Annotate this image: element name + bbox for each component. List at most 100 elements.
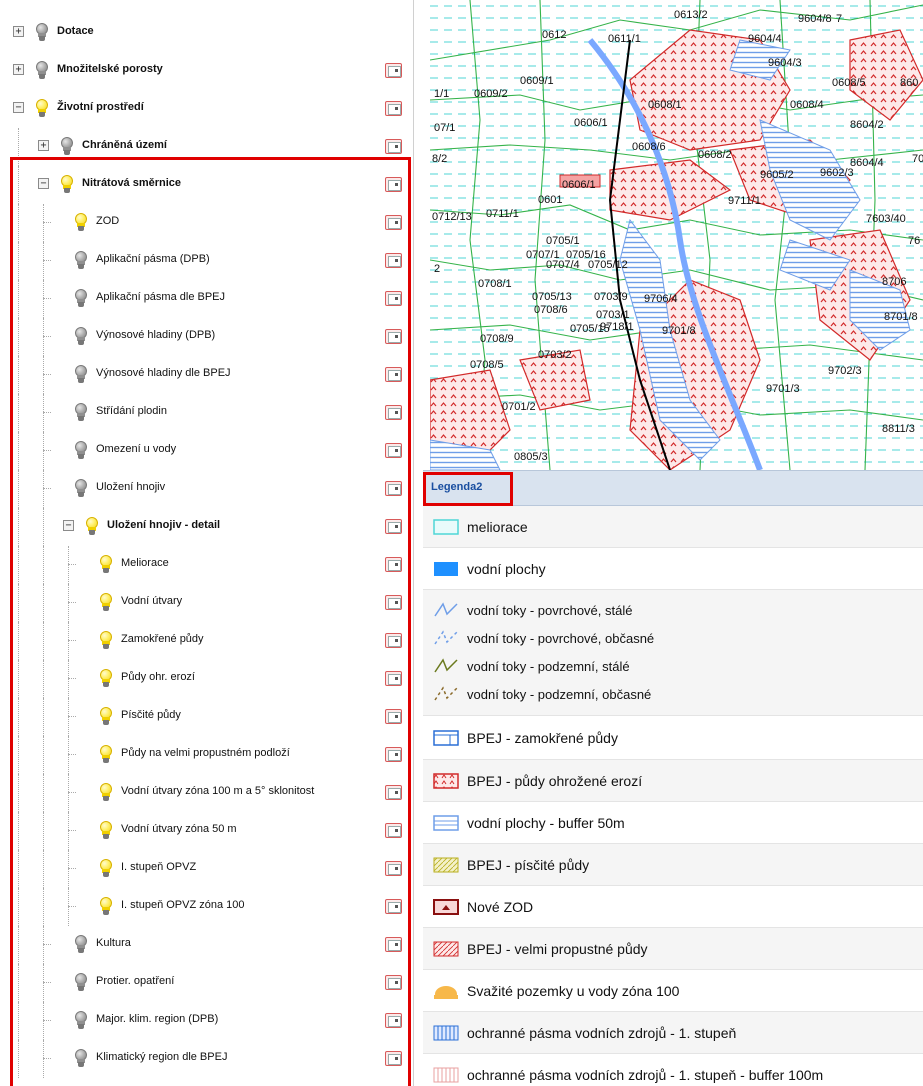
- bulb-off-icon[interactable]: [74, 973, 88, 992]
- tree-row[interactable]: Major. klim. region (DPB): [0, 1002, 413, 1040]
- tree-row-label[interactable]: Aplikační pásma dle BPEJ: [96, 291, 225, 303]
- tree-row-label[interactable]: Půdy na velmi propustném podloží: [121, 747, 290, 759]
- bulb-off-icon[interactable]: [74, 327, 88, 346]
- map-canvas[interactable]: 0612 0611/1 0613/2 9604/4 9604/8 7 9604/3 0609/…: [430, 0, 923, 470]
- tree-row-label[interactable]: Množitelské porosty: [57, 63, 163, 75]
- expand-icon[interactable]: +: [13, 26, 24, 37]
- layer-info-icon[interactable]: [385, 177, 402, 192]
- layer-info-icon[interactable]: [385, 1051, 402, 1066]
- layer-info-icon[interactable]: [385, 785, 402, 800]
- tree-row-label[interactable]: Major. klim. region (DPB): [96, 1013, 218, 1025]
- layer-info-icon[interactable]: [385, 139, 402, 154]
- bulb-off-icon[interactable]: [74, 251, 88, 270]
- layer-info-icon[interactable]: [385, 101, 402, 116]
- tree-row-label[interactable]: Omezení u vody: [96, 443, 176, 455]
- tree-row-label[interactable]: Klimatický region dle BPEJ: [96, 1051, 227, 1063]
- bulb-on-icon[interactable]: [99, 821, 113, 840]
- layer-info-icon[interactable]: [385, 937, 402, 952]
- tree-row-label[interactable]: Střídání plodin: [96, 405, 167, 417]
- tree-row[interactable]: I. stupeň OPVZ zóna 100: [0, 888, 413, 926]
- bulb-on-icon[interactable]: [60, 175, 74, 194]
- tree-row[interactable]: − Uložení hnojiv - detail: [0, 508, 413, 546]
- tree-row[interactable]: Omezení u vody: [0, 432, 413, 470]
- bulb-off-icon[interactable]: [74, 935, 88, 954]
- layer-info-icon[interactable]: [385, 291, 402, 306]
- tree-row-label[interactable]: Chráněná území: [82, 139, 167, 151]
- tree-row[interactable]: Písčité půdy: [0, 698, 413, 736]
- tree-row-label[interactable]: Uložení hnojiv: [96, 481, 165, 493]
- expand-icon[interactable]: +: [38, 140, 49, 151]
- tree-row[interactable]: Zamokřené půdy: [0, 622, 413, 660]
- layer-info-icon[interactable]: [385, 443, 402, 458]
- layer-info-icon[interactable]: [385, 519, 402, 534]
- layer-info-icon[interactable]: [385, 557, 402, 572]
- bulb-on-icon[interactable]: [99, 859, 113, 878]
- bulb-off-icon[interactable]: [74, 1011, 88, 1030]
- tree-row[interactable]: − Životní prostředí: [0, 90, 413, 128]
- bulb-off-icon[interactable]: [74, 403, 88, 422]
- bulb-on-icon[interactable]: [85, 517, 99, 536]
- tree-row-label[interactable]: ZOD: [96, 215, 119, 227]
- layer-info-icon[interactable]: [385, 709, 402, 724]
- tree-row[interactable]: Kultura: [0, 926, 413, 964]
- layer-info-icon[interactable]: [385, 595, 402, 610]
- tree-row-label[interactable]: Kultura: [96, 937, 131, 949]
- bulb-off-icon[interactable]: [74, 479, 88, 498]
- tree-row[interactable]: + Chráněná území: [0, 128, 413, 166]
- layer-info-icon[interactable]: [385, 861, 402, 876]
- collapse-icon[interactable]: −: [38, 178, 49, 189]
- layer-info-icon[interactable]: [385, 823, 402, 838]
- layer-info-icon[interactable]: [385, 747, 402, 762]
- tree-row[interactable]: ZOD: [0, 204, 413, 242]
- layer-info-icon[interactable]: [385, 367, 402, 382]
- bulb-off-icon[interactable]: [74, 441, 88, 460]
- tree-row[interactable]: Vodní útvary zóna 50 m: [0, 812, 413, 850]
- tree-row-label[interactable]: Uložení hnojiv - detail: [107, 519, 220, 531]
- bulb-on-icon[interactable]: [99, 745, 113, 764]
- expand-icon[interactable]: +: [13, 64, 24, 75]
- tree-row[interactable]: + Dotace: [0, 14, 413, 52]
- tree-row[interactable]: Uložení hnojiv: [0, 470, 413, 508]
- tree-row[interactable]: Výnosové hladiny dle BPEJ: [0, 356, 413, 394]
- layer-info-icon[interactable]: [385, 975, 402, 990]
- tree-row[interactable]: Půdy ohr. erozí: [0, 660, 413, 698]
- layer-info-icon[interactable]: [385, 481, 402, 496]
- bulb-on-icon[interactable]: [99, 631, 113, 650]
- bulb-on-icon[interactable]: [99, 555, 113, 574]
- tree-row-label[interactable]: Protier. opatření: [96, 975, 174, 987]
- tree-row-label[interactable]: Vodní útvary zóna 100 m a 5° sklonitost: [121, 785, 314, 797]
- legend-header[interactable]: Legenda2: [423, 470, 923, 506]
- map-view[interactable]: 0612 0611/1 0613/2 9604/4 9604/8 7 9604/3 0609/…: [430, 0, 923, 470]
- tree-row[interactable]: Vodní útvary: [0, 584, 413, 622]
- tree-row-label[interactable]: Výnosové hladiny (DPB): [96, 329, 215, 341]
- tree-row[interactable]: Výnosové hladiny (DPB): [0, 318, 413, 356]
- tree-row-label[interactable]: Výnosové hladiny dle BPEJ: [96, 367, 231, 379]
- tree-row[interactable]: − Nitrátová směrnice: [0, 166, 413, 204]
- tree-row-label[interactable]: Aplikační pásma (DPB): [96, 253, 210, 265]
- tree-row[interactable]: Klimatický region dle BPEJ: [0, 1040, 413, 1078]
- tree-row[interactable]: Střídání plodin: [0, 394, 413, 432]
- tree-row-label[interactable]: Meliorace: [121, 557, 169, 569]
- layer-info-icon[interactable]: [385, 215, 402, 230]
- tree-row-label[interactable]: Písčité půdy: [121, 709, 181, 721]
- layer-info-icon[interactable]: [385, 633, 402, 648]
- bulb-on-icon[interactable]: [99, 593, 113, 612]
- tree-row[interactable]: Protier. opatření: [0, 964, 413, 1002]
- tree-row-label[interactable]: I. stupeň OPVZ zóna 100: [121, 899, 245, 911]
- bulb-on-icon[interactable]: [99, 707, 113, 726]
- bulb-off-icon[interactable]: [35, 61, 49, 80]
- tree-row-label[interactable]: Zamokřené půdy: [121, 633, 204, 645]
- bulb-off-icon[interactable]: [74, 289, 88, 308]
- bulb-on-icon[interactable]: [74, 213, 88, 232]
- tree-row-label[interactable]: Životní prostředí: [57, 101, 144, 113]
- bulb-on-icon[interactable]: [99, 669, 113, 688]
- bulb-off-icon[interactable]: [74, 1049, 88, 1068]
- tree-row-label[interactable]: Vodní útvary zóna 50 m: [121, 823, 237, 835]
- bulb-on-icon[interactable]: [99, 897, 113, 916]
- bulb-on-icon[interactable]: [35, 99, 49, 118]
- tree-row[interactable]: Půdy na velmi propustném podloží: [0, 736, 413, 774]
- tree-row-label[interactable]: Vodní útvary: [121, 595, 182, 607]
- layer-info-icon[interactable]: [385, 899, 402, 914]
- tree-row-label[interactable]: Nitrátová směrnice: [82, 177, 181, 189]
- layer-info-icon[interactable]: [385, 1013, 402, 1028]
